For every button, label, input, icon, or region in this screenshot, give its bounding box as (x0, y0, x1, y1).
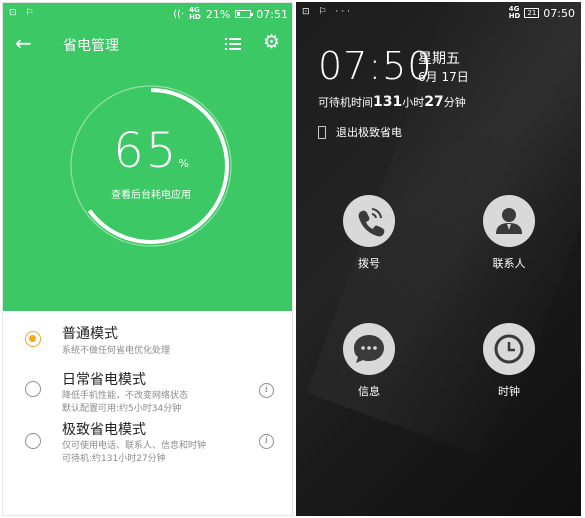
radio-icon[interactable] (25, 381, 41, 397)
app-messages[interactable]: 信息 (329, 323, 409, 399)
percent-unit: % (178, 157, 189, 170)
status-bar: ⊡ ⚐ ··· 4G HD 21 07:50 (296, 2, 581, 24)
app-clock[interactable]: 时钟 (469, 323, 549, 399)
app-label: 时钟 (498, 385, 520, 398)
mode-normal[interactable]: 普通模式 系统不做任何省电优化处理 (3, 319, 292, 369)
standby-minutes: 27 (424, 94, 444, 110)
notification-icons: ⊡ ⚐ (9, 8, 37, 18)
phone-outline-icon (318, 125, 326, 139)
back-arrow-icon[interactable]: ← (15, 33, 32, 53)
notification-icons: ⊡ ⚐ ··· (302, 7, 353, 17)
info-icon[interactable]: i (259, 434, 274, 449)
mode-estimate: 可待机:约131小时27分钟 (62, 454, 166, 464)
wifi-icon: ((· (173, 8, 185, 20)
battery-percent: 21% (205, 7, 231, 21)
app-label: 拨号 (358, 257, 380, 270)
mode-description: 仅可使用电话、联系人、信息和时钟 (62, 441, 207, 451)
weekday: 星期五 (418, 51, 460, 67)
ultra-saving-screen: ⊡ ⚐ ··· 4G HD 21 07:50 07:50 星期五 6月 17日 可… (296, 2, 581, 516)
mode-description: 系统不做任何省电优化处理 (62, 346, 171, 356)
battery-icon: 21 (524, 8, 540, 18)
contact-icon (483, 195, 535, 247)
background-apps-link[interactable]: 查看后台耗电应用 (66, 186, 236, 201)
standby-label: 可待机时间 (318, 96, 373, 109)
mode-description: 降低手机性能，不改变网络状态 (62, 391, 189, 401)
mode-name: 极致省电模式 (62, 422, 146, 438)
message-icon (343, 323, 395, 375)
gear-icon[interactable]: ⚙ (263, 33, 280, 52)
info-icon[interactable]: i (259, 383, 274, 398)
status-time: 07:51 (256, 7, 288, 21)
battery-ring[interactable]: 65% 查看后台耗电应用 (66, 81, 236, 251)
date: 6月 17日 (418, 70, 469, 84)
page-title: 省电管理 (63, 38, 119, 54)
clock-icon (483, 323, 535, 375)
signal-icon: 4G HD (508, 5, 521, 20)
standby-hours: 131 (373, 94, 403, 110)
minutes-unit: 分钟 (443, 96, 466, 109)
mode-estimate: 默认配置可用:约5小时34分钟 (62, 404, 182, 414)
app-contacts[interactable]: 联系人 (469, 195, 549, 271)
standby-time: 可待机时间131小时27分钟 (318, 94, 466, 110)
lock-clock: 07:50 (318, 44, 433, 88)
signal-icon: 4G HD (189, 6, 201, 21)
mode-ultra-saving[interactable]: 极致省电模式 仅可使用电话、联系人、信息和时钟 可待机:约131小时27分钟 i (3, 417, 292, 467)
mode-daily-saving[interactable]: 日常省电模式 降低手机性能，不改变网络状态 默认配置可用:约5小时34分钟 i (3, 366, 292, 416)
status-bar: ⊡ ⚐ ((· 4G HD 21% 07:51 (3, 3, 292, 25)
app-label: 信息 (358, 385, 380, 398)
app-label: 联系人 (492, 257, 526, 270)
status-time: 07:50 (543, 6, 575, 20)
battery-icon (235, 10, 254, 18)
power-management-screen: ⊡ ⚐ ((· 4G HD 21% 07:51 ← 省电管理 ⚙ 65% 查看后… (2, 2, 293, 516)
list-menu-icon[interactable] (225, 37, 241, 51)
app-bar: ← 省电管理 ⚙ (3, 29, 292, 63)
radio-icon[interactable] (25, 433, 41, 449)
mode-name: 日常省电模式 (62, 372, 146, 388)
hero-area: ⊡ ⚐ ((· 4G HD 21% 07:51 ← 省电管理 ⚙ 65% 查看后… (3, 3, 292, 311)
mode-name: 普通模式 (62, 326, 118, 342)
phone-icon (343, 195, 395, 247)
exit-ultra-saving-button[interactable]: 退出极致省电 (318, 124, 402, 140)
app-dialer[interactable]: 拨号 (329, 195, 409, 271)
exit-label: 退出极致省电 (336, 126, 402, 139)
hours-unit: 小时 (402, 96, 425, 109)
battery-percent-value: 65 (113, 123, 179, 179)
radio-selected-icon[interactable] (25, 331, 41, 347)
